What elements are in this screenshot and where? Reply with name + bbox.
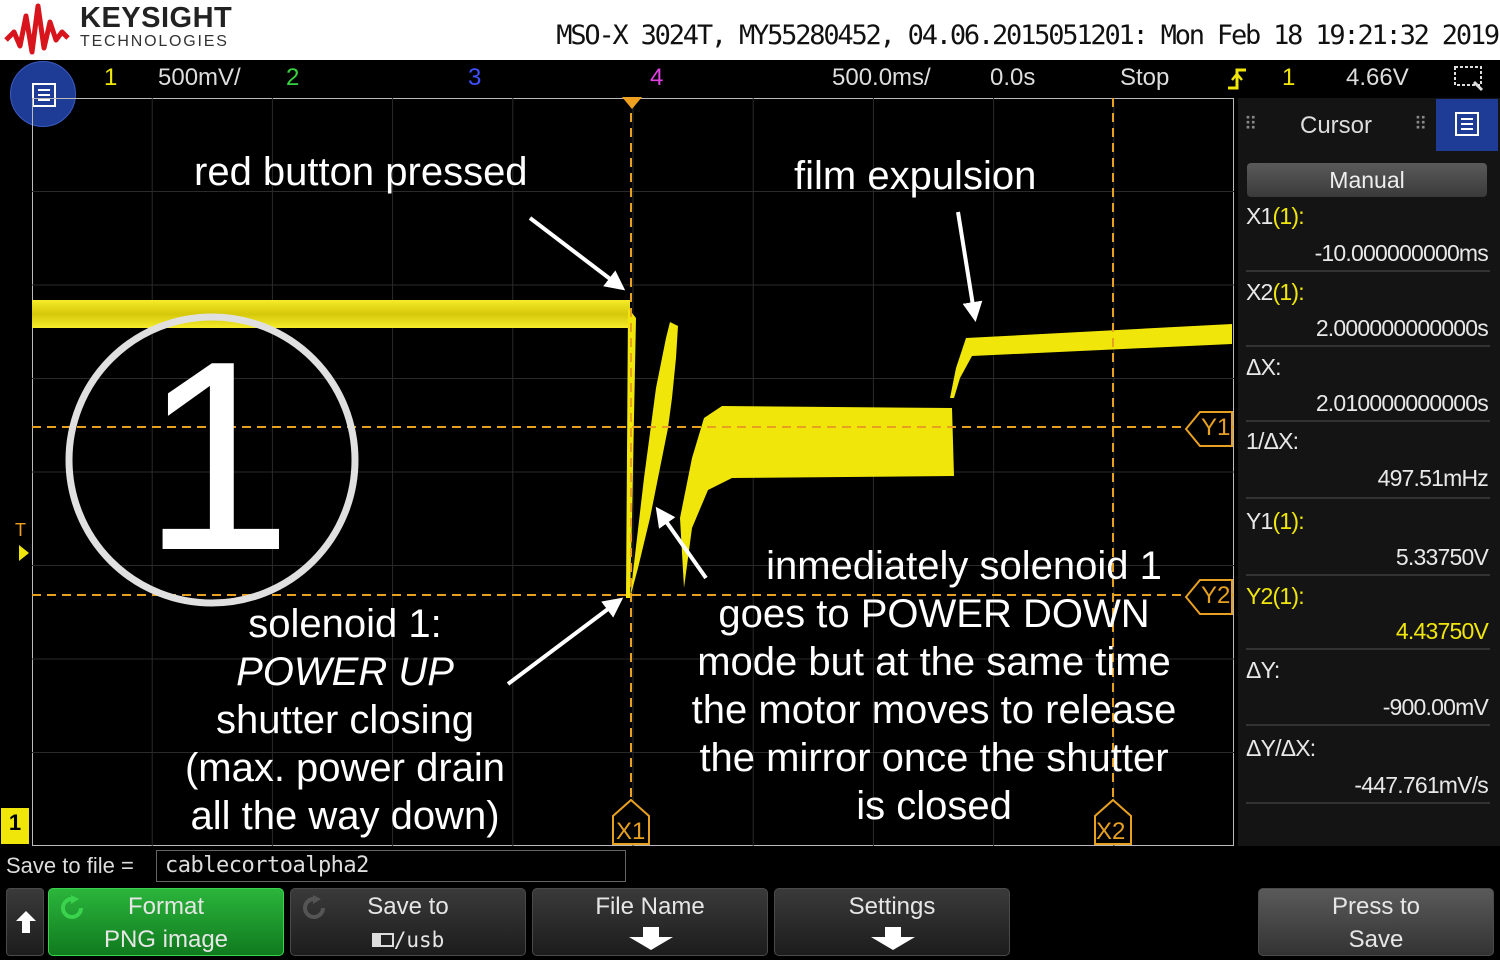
step-number: 1 bbox=[142, 306, 293, 607]
x1-value: -10.000000000ms bbox=[1314, 240, 1489, 266]
y2-label: Y2(1): bbox=[1246, 583, 1305, 609]
dydx-value: -447.761mV/s bbox=[1354, 772, 1488, 798]
annotation-film-expulsion: film expulsion bbox=[794, 154, 1037, 198]
x2-label: X2(1): bbox=[1246, 279, 1305, 305]
y1-label: Y1(1): bbox=[1246, 508, 1305, 534]
separator bbox=[1246, 345, 1490, 347]
panel-title: Cursor bbox=[1300, 112, 1373, 139]
format-softkey[interactable]: Format PNG image bbox=[48, 888, 284, 956]
x1-label: X1(1): bbox=[1246, 203, 1305, 229]
x2-value: 2.000000000000s bbox=[1315, 315, 1489, 341]
inv-dx-value: 497.51mHz bbox=[1377, 465, 1489, 491]
dy-value: -900.00mV bbox=[1382, 694, 1489, 720]
separator bbox=[1246, 802, 1490, 804]
back-button[interactable] bbox=[6, 888, 44, 956]
annotation-solenoid: solenoid 1: POWER UP shutter closing (ma… bbox=[184, 602, 506, 838]
press-to-save-label: Press to bbox=[1331, 893, 1421, 920]
separator bbox=[1246, 420, 1490, 422]
panel-grip-left-icon[interactable]: ⠿ bbox=[1244, 114, 1257, 135]
format-value: PNG image bbox=[103, 926, 229, 953]
up-arrow-icon bbox=[16, 911, 36, 933]
panel-grip-right-icon[interactable]: ⠿ bbox=[1414, 114, 1427, 135]
dy-label: ΔY: bbox=[1246, 657, 1280, 683]
dydx-label: ΔY/ΔX: bbox=[1246, 735, 1316, 761]
down-arrow-icon bbox=[629, 927, 673, 950]
save-to-softkey[interactable]: Save to /usb bbox=[290, 888, 526, 956]
trigger-level[interactable]: 4.66V bbox=[1346, 64, 1409, 92]
separator bbox=[1246, 724, 1490, 726]
save-to-label: Save to bbox=[367, 893, 449, 920]
y1-value: 5.33750V bbox=[1395, 544, 1489, 570]
filename-field[interactable]: cablecortoalpha2 bbox=[156, 850, 626, 882]
panel-list-icon bbox=[1455, 112, 1479, 136]
save-to-value: /usb bbox=[291, 926, 525, 954]
cursor-mode-button[interactable]: Manual bbox=[1247, 163, 1487, 197]
dx-label: ΔX: bbox=[1246, 354, 1281, 380]
down-arrow-icon bbox=[871, 927, 915, 950]
zoom-box-icon[interactable] bbox=[1452, 64, 1488, 94]
press-to-save-value: Save bbox=[1348, 926, 1404, 953]
panel-menu-button[interactable] bbox=[1436, 99, 1498, 151]
dx-value: 2.010000000000s bbox=[1315, 390, 1489, 416]
press-to-save-softkey[interactable]: Press to Save bbox=[1258, 888, 1494, 956]
save-file-label: Save to file = bbox=[6, 853, 134, 878]
separator bbox=[1246, 270, 1490, 272]
format-label: Format bbox=[127, 893, 204, 920]
separator bbox=[1246, 574, 1490, 576]
annotation-red-button: red button pressed bbox=[194, 150, 528, 194]
y2-value: 4.43750V bbox=[1395, 618, 1489, 644]
usb-drive-icon bbox=[371, 933, 394, 947]
file-name-softkey[interactable]: File Name bbox=[532, 888, 768, 956]
separator bbox=[1246, 648, 1490, 650]
inv-dx-label: 1/ΔX: bbox=[1246, 428, 1299, 454]
file-name-label: File Name bbox=[595, 893, 705, 920]
settings-label: Settings bbox=[848, 893, 936, 920]
settings-softkey[interactable]: Settings bbox=[774, 888, 1010, 956]
separator bbox=[1246, 497, 1490, 499]
annotation-immediately: inmediately solenoid 1 goes to POWER DOW… bbox=[691, 544, 1177, 828]
trigger-channel[interactable]: 1 bbox=[1282, 64, 1295, 92]
